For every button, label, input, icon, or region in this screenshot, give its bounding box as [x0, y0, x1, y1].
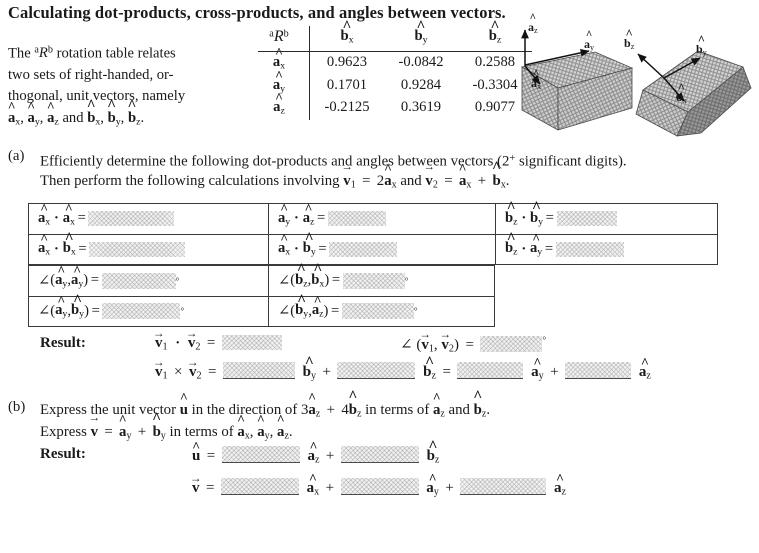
- unit-vector-u: u ^: [179, 389, 188, 418]
- answer-blank[interactable]: [101, 272, 176, 289]
- part-b-result-v: v → = a ^ x + a ^ y + a ^ z: [189, 471, 566, 498]
- rotation-table-row: a ^ y 0.1701 0.9284 -0.3304: [258, 68, 532, 98]
- answer-blank[interactable]: [88, 211, 175, 226]
- answer-blank[interactable]: [556, 211, 617, 226]
- rotation-cell: -0.0842: [398, 54, 444, 71]
- vector-v2: v → 2: [423, 161, 438, 191]
- cell-angle-ay-ay: ∠ (a ^ y, a ^ y) = °: [28, 263, 268, 296]
- rotation-row-header-az: a ^ z: [258, 91, 310, 120]
- axis-bz-arrow: [637, 53, 665, 79]
- answer-blank[interactable]: [555, 241, 624, 257]
- part-a-result-label: Result:: [40, 335, 86, 351]
- cell-bz-dot-by: b ^ z · b ^ y =: [495, 200, 718, 234]
- answer-blank[interactable]: [220, 478, 299, 495]
- rotation-table-header-row: aRb b ^ x b ^ y b ^ z: [258, 17, 532, 51]
- unit-vector-by: b ^ y: [107, 97, 121, 128]
- unit-vector-ay: a ^ y: [27, 98, 40, 128]
- cell-angle-by-az: ∠ (b ^ y, a ^ z) = °: [268, 292, 495, 327]
- part-a-answer-table: a ^ x · a ^ x = a ^ y · a ^ z = b ^ z · b ^ y =: [28, 200, 718, 327]
- rotation-cell: -0.2125: [324, 99, 370, 116]
- rotation-table-row: a ^ z -0.2125 0.3619 0.9077: [258, 91, 532, 120]
- figure-label-ax: a ^ x: [531, 68, 542, 92]
- rotation-cell: 0.3619: [400, 99, 442, 116]
- figure-label-by: b ^ y: [696, 33, 707, 58]
- aRb-symbol: aRb: [34, 45, 53, 62]
- rotation-table: aRb b ^ x b ^ y b ^ z a ^ x 0.9623 -0.0842 0.258…: [258, 17, 532, 120]
- rotation-cell: 0.9623: [326, 54, 368, 71]
- answer-blank[interactable]: [221, 446, 300, 463]
- answer-blank[interactable]: [340, 478, 419, 495]
- intro-line1-post: rotation table relates: [56, 45, 176, 62]
- unit-vector-bx: b ^ x: [86, 97, 101, 128]
- vector-v: v →: [88, 412, 101, 440]
- rotation-col-header-bx: b ^ x: [340, 17, 354, 46]
- figure-label-bx: b ^ x: [676, 81, 687, 106]
- angle-icon: ∠: [38, 272, 51, 289]
- coordinate-frame-figures: a ^ z a ^ y a ^ x b ^ z b ^ y b ^ x: [512, 12, 759, 140]
- cell-angle-ay-by: ∠ (a ^ y, b ^ y) = °: [28, 292, 268, 327]
- answer-blank[interactable]: [221, 335, 282, 350]
- answer-blank[interactable]: [89, 241, 186, 257]
- table-row: ∠ (a ^ y, b ^ y) = ° ∠ (b ^ y, a ^ z) = °: [28, 292, 718, 327]
- angle-icon: ∠: [278, 303, 291, 319]
- part-a-line-1: Efficiently determine the following dot-…: [40, 153, 627, 170]
- rotation-cell: 0.1701: [326, 76, 368, 93]
- rotation-table-row: a ^ x 0.9623 -0.0842 0.2588: [258, 46, 532, 75]
- intro-and: and: [62, 109, 84, 126]
- intro-line-1: The aRb rotation table relates: [8, 40, 246, 65]
- rotation-cell: 0.9284: [400, 76, 442, 93]
- part-a-result-angle: ∠ (v → 1, v → 2) = °: [400, 328, 547, 355]
- intro-line-4: a ^ x, a ^ y, a ^ z and b ^ x, b ^ y, b ^ z.: [7, 97, 246, 133]
- rotation-row-header-ay: a ^ y: [258, 68, 310, 98]
- angle-icon: ∠: [400, 337, 413, 353]
- rotation-row-header-ax: a ^ x: [258, 46, 310, 75]
- angle-icon: ∠: [38, 303, 51, 319]
- answer-blank[interactable]: [565, 362, 632, 379]
- answer-blank[interactable]: [342, 272, 405, 289]
- table-row: a ^ x · a ^ x = a ^ y · a ^ z = b ^ z · b ^ y =: [28, 200, 718, 234]
- answer-blank[interactable]: [457, 362, 524, 379]
- unit-vector-bz: b ^ z: [127, 97, 141, 128]
- angle-icon: ∠: [278, 272, 291, 289]
- intro-line-2: two sets of right-handed, or-: [8, 66, 174, 83]
- answer-blank[interactable]: [480, 335, 543, 352]
- part-b-label: (b): [8, 399, 26, 415]
- part-a-result-dot: v → 1 · v → 2 =: [153, 327, 282, 353]
- answer-blank[interactable]: [222, 362, 295, 379]
- table-row: ∠ (a ^ y, a ^ y) = ° ∠ (b ^ z, b ^ x) = °: [28, 262, 718, 296]
- rotation-col-header-by: b ^ y: [414, 17, 428, 46]
- answer-blank[interactable]: [340, 446, 419, 463]
- cell-ax-dot-bx: a ^ x · b ^ x =: [28, 230, 268, 265]
- figure-label-ay: a ^ y: [584, 29, 595, 53]
- intro-line1-pre: The: [8, 45, 31, 62]
- figure-label-az: a ^ z: [528, 12, 538, 36]
- figure-label-bz: b ^ z: [624, 27, 635, 52]
- frames-svg: [520, 29, 752, 137]
- answer-blank[interactable]: [460, 478, 547, 495]
- intro-paragraph: The aRb rotation table relates two sets …: [8, 40, 246, 133]
- unit-vector-ax: a ^ x: [7, 98, 21, 128]
- part-a-label: (a): [8, 148, 25, 164]
- part-a-result-cross: v → 1 × v → 2 = b ^ y + b ^ z = a ^ y + a ^ z: [152, 353, 651, 382]
- answer-blank[interactable]: [327, 211, 386, 226]
- worksheet-page: Calculating dot-products, cross-products…: [0, 0, 759, 553]
- answer-blank[interactable]: [329, 241, 398, 257]
- part-b-result-u: u ^ = a ^ z + b ^ z: [192, 437, 440, 466]
- part-b-result-label: Result:: [40, 446, 86, 462]
- part-a-line-2: Then perform the following calculations …: [40, 160, 509, 197]
- answer-blank[interactable]: [102, 303, 181, 319]
- part-b-line-2: Express v → = a ^ y + b ^ y in terms of a ^ x, …: [40, 410, 293, 442]
- answer-blank[interactable]: [337, 362, 416, 379]
- answer-blank[interactable]: [341, 303, 414, 319]
- rotation-table-corner-label: aRb: [258, 26, 310, 51]
- page-title: Calculating dot-products, cross-products…: [8, 3, 506, 22]
- cell-ay-dot-az: a ^ y · a ^ z =: [268, 201, 495, 234]
- figure-box-b: [635, 50, 752, 137]
- table-row: a ^ x · b ^ x = a ^ x · b ^ y = b ^ z · a ^ y =: [28, 230, 718, 265]
- vector-v1: v → 1: [341, 161, 356, 191]
- cell-bz-dot-ay: b ^ z · a ^ y =: [495, 230, 718, 265]
- unit-vector-az: a ^ z: [46, 98, 59, 128]
